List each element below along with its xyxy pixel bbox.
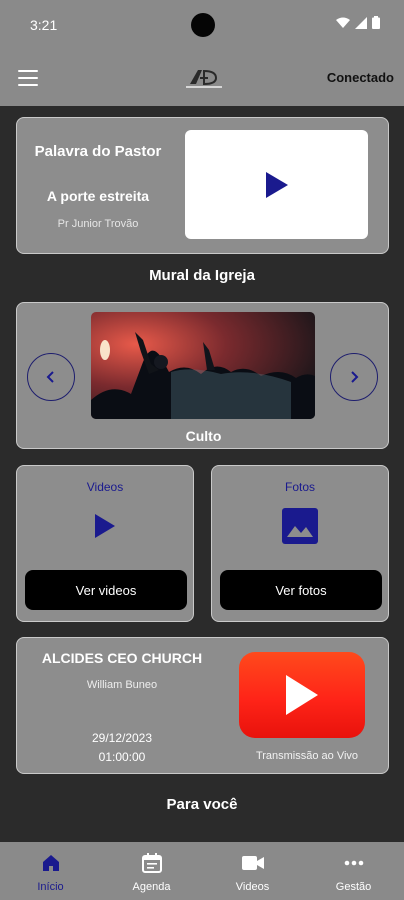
connection-status: Conectado <box>326 70 394 85</box>
pastor-word-card: Palavra do Pastor A porte estreita Pr Ju… <box>16 117 389 254</box>
front-camera <box>191 13 215 37</box>
play-icon <box>265 171 288 198</box>
carousel-image[interactable] <box>91 312 315 419</box>
calendar-icon <box>140 852 164 874</box>
nav-item-home[interactable]: Início <box>0 842 101 900</box>
sermon-video-player[interactable] <box>185 130 368 239</box>
youtube-play-icon <box>286 675 318 715</box>
nav-label-management: Gestão <box>335 881 372 893</box>
hamburger-line <box>18 77 38 79</box>
mural-carousel: Culto <box>16 302 389 449</box>
church-logo <box>186 69 222 88</box>
chevron-right-icon <box>351 371 359 383</box>
nav-item-videos[interactable]: Videos <box>202 842 303 900</box>
for-you-title: Para você <box>166 796 238 813</box>
pastor-name: Pr Junior Trovão <box>57 218 139 230</box>
nav-item-management[interactable]: Gestão <box>303 842 404 900</box>
sermon-title: A porte estreita <box>46 188 150 204</box>
image-icon <box>282 508 318 544</box>
videos-label: Videos <box>86 480 124 494</box>
home-icon <box>39 852 63 874</box>
nav-label-home: Início <box>37 881 64 893</box>
pastor-section-title: Palavra do Pastor <box>34 143 162 160</box>
signal-icon <box>355 16 367 29</box>
live-author: William Buneo <box>86 679 158 691</box>
photos-label: Fotos <box>284 480 315 494</box>
videos-card: Videos Ver videos <box>16 465 194 622</box>
nav-label-videos: Videos <box>235 881 270 893</box>
status-icons <box>336 16 380 29</box>
carousel-caption: Culto <box>185 428 222 444</box>
bottom-nav: Início Agenda Videos Gestão <box>0 842 404 900</box>
photos-icon-wrap <box>212 506 388 546</box>
live-time: 01:00:00 <box>98 750 146 764</box>
see-videos-button[interactable]: Ver videos <box>25 570 187 610</box>
app-bar: Conectado <box>0 50 404 106</box>
chevron-left-icon <box>46 371 54 383</box>
nav-item-agenda[interactable]: Agenda <box>101 842 202 900</box>
youtube-live-button[interactable] <box>239 652 365 738</box>
hamburger-line <box>18 70 38 72</box>
more-icon <box>342 852 366 874</box>
live-stream-card: ALCIDES CEO CHURCH William Buneo 29/12/2… <box>16 637 389 774</box>
wifi-icon <box>336 17 350 28</box>
carousel-prev-button[interactable] <box>27 353 75 401</box>
status-bar: 3:21 <box>0 0 404 50</box>
status-time: 3:21 <box>30 17 58 33</box>
mural-title: Mural da Igreja <box>149 267 255 284</box>
live-date: 29/12/2023 <box>91 731 153 745</box>
live-title: ALCIDES CEO CHURCH <box>41 650 203 666</box>
carousel-next-button[interactable] <box>330 353 378 401</box>
see-photos-button[interactable]: Ver fotos <box>220 570 382 610</box>
worship-photo <box>91 312 315 419</box>
nav-label-agenda: Agenda <box>132 881 171 893</box>
video-camera-icon <box>241 852 265 874</box>
menu-button[interactable] <box>18 69 38 87</box>
battery-icon <box>372 16 380 29</box>
photos-card: Fotos Ver fotos <box>211 465 389 622</box>
live-label: Transmissão ao Vivo <box>255 750 359 762</box>
hamburger-line <box>18 84 38 86</box>
play-icon <box>95 514 115 538</box>
videos-icon-wrap <box>17 506 193 546</box>
